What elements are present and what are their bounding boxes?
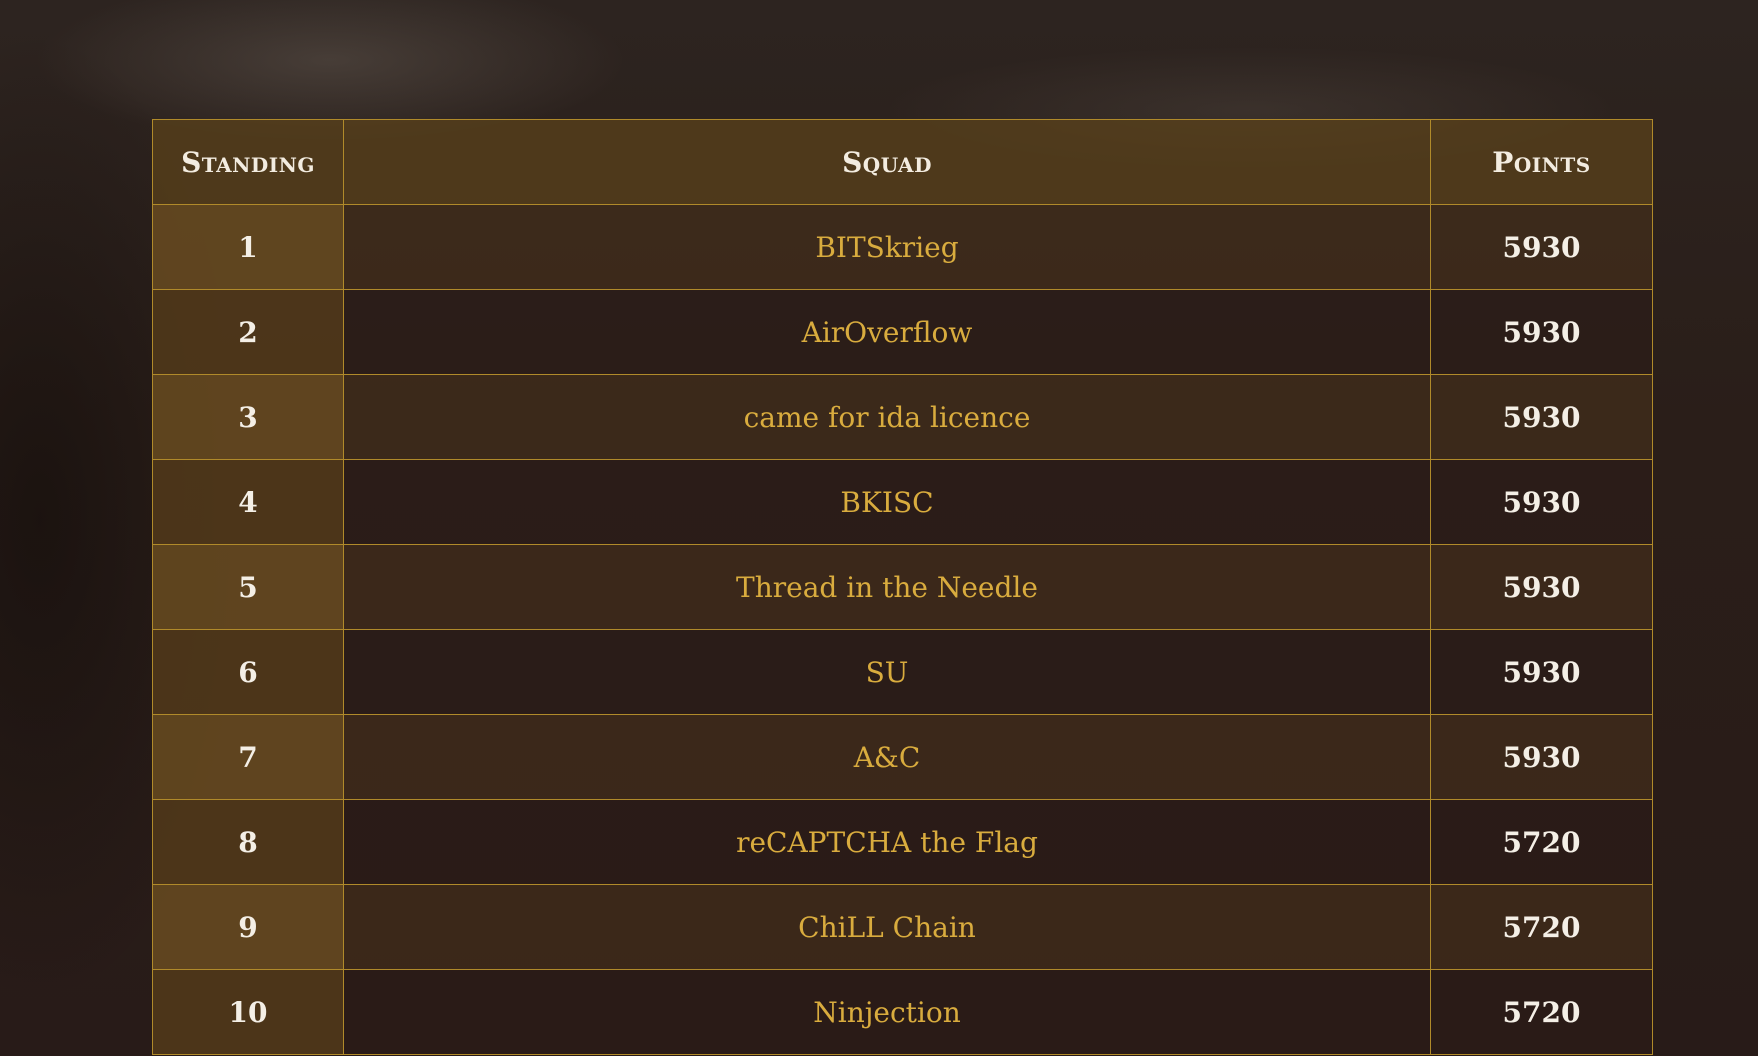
points-cell: 5930 — [1430, 374, 1653, 460]
standing-cell: 3 — [152, 374, 344, 460]
standing-cell: 8 — [152, 799, 344, 885]
squad-name-cell[interactable]: came for ida licence — [343, 374, 1431, 460]
squad-name-cell[interactable]: ChiLL Chain — [343, 884, 1431, 970]
standing-cell: 10 — [152, 969, 344, 1055]
standing-column-header: Standing — [152, 119, 344, 205]
standing-cell: 4 — [152, 459, 344, 545]
standing-cell: 7 — [152, 714, 344, 800]
standing-cell: 1 — [152, 204, 344, 290]
squad-name-cell[interactable]: BITSkrieg — [343, 204, 1431, 290]
squad-name-cell[interactable]: AirOverflow — [343, 289, 1431, 375]
squad-name-cell[interactable]: Thread in the Needle — [343, 544, 1431, 630]
squad-column-header: Squad — [343, 119, 1431, 205]
points-cell: 5720 — [1430, 799, 1653, 885]
table-row: 7 A&C 5930 — [152, 714, 1653, 800]
points-cell: 5720 — [1430, 884, 1653, 970]
standing-cell: 6 — [152, 629, 344, 715]
table-row: 9 ChiLL Chain 5720 — [152, 884, 1653, 970]
table-row: 4 BKISC 5930 — [152, 459, 1653, 545]
points-cell: 5930 — [1430, 289, 1653, 375]
header-row: Standing Squad Points — [152, 119, 1653, 205]
squad-name-cell[interactable]: SU — [343, 629, 1431, 715]
points-cell: 5720 — [1430, 969, 1653, 1055]
table-row: 1 BITSkrieg 5930 — [152, 204, 1653, 290]
scoreboard-table: Standing Squad Points 1 BITSkrieg 5930 2… — [152, 119, 1653, 1055]
points-cell: 5930 — [1430, 459, 1653, 545]
table-row: 5 Thread in the Needle 5930 — [152, 544, 1653, 630]
table-row: 2 AirOverflow 5930 — [152, 289, 1653, 375]
squad-name-cell[interactable]: A&C — [343, 714, 1431, 800]
standing-cell: 2 — [152, 289, 344, 375]
points-cell: 5930 — [1430, 714, 1653, 800]
squad-name-cell[interactable]: BKISC — [343, 459, 1431, 545]
points-cell: 5930 — [1430, 629, 1653, 715]
table-row: 8 reCAPTCHA the Flag 5720 — [152, 799, 1653, 885]
scoreboard-body: 1 BITSkrieg 5930 2 AirOverflow 5930 3 ca… — [152, 204, 1653, 1055]
points-cell: 5930 — [1430, 204, 1653, 290]
points-column-header: Points — [1430, 119, 1653, 205]
scoreboard-header: Standing Squad Points — [152, 119, 1653, 205]
table-row: 6 SU 5930 — [152, 629, 1653, 715]
squad-name-cell[interactable]: reCAPTCHA the Flag — [343, 799, 1431, 885]
squad-name-cell[interactable]: Ninjection — [343, 969, 1431, 1055]
table-row: 10 Ninjection 5720 — [152, 969, 1653, 1055]
points-cell: 5930 — [1430, 544, 1653, 630]
table-row: 3 came for ida licence 5930 — [152, 374, 1653, 460]
standing-cell: 5 — [152, 544, 344, 630]
standing-cell: 9 — [152, 884, 344, 970]
